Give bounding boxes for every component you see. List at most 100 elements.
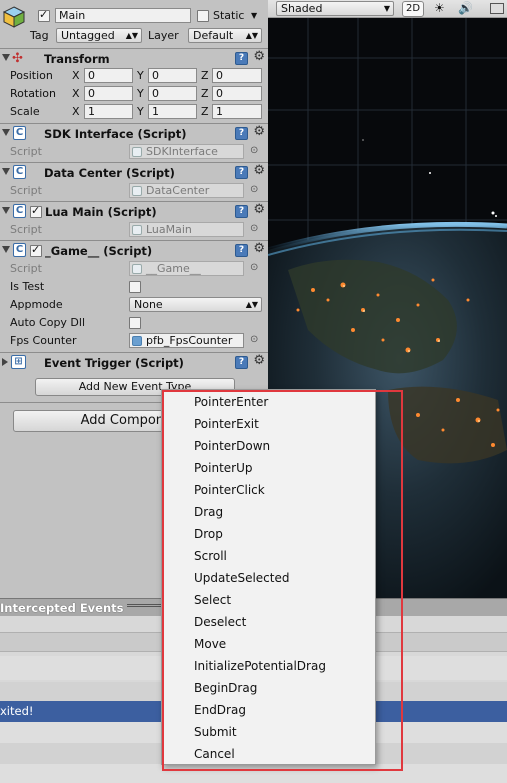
scene-toolbar: Shaded ▼ 2D ☀ 🔊	[268, 0, 507, 18]
scale-y-field[interactable]: 1	[148, 104, 197, 119]
gear-icon[interactable]: ⚙	[253, 163, 265, 178]
log-row[interactable]	[0, 764, 507, 783]
help-icon[interactable]: ?	[235, 166, 248, 179]
static-label: Static	[213, 9, 245, 22]
datacenter-script-field[interactable]: DataCenter	[129, 183, 244, 198]
sdk-script-field[interactable]: SDKInterface	[129, 144, 244, 159]
event-type-menu: PointerEnter PointerExit PointerDown Pointe…	[161, 389, 376, 765]
foldout-arrow-icon[interactable]	[2, 207, 10, 214]
fps-counter-value: pfb_FpsCounter	[146, 334, 233, 347]
help-icon[interactable]: ?	[235, 356, 248, 369]
lighting-icon[interactable]: ☀	[434, 1, 445, 15]
image-effects-icon[interactable]	[490, 3, 504, 14]
object-picker-icon[interactable]: ⊙	[250, 262, 258, 273]
menu-item-initializepotentialdrag[interactable]: InitializePotentialDrag	[162, 655, 375, 677]
tag-dropdown[interactable]: Untagged ▲▼	[56, 28, 142, 43]
static-dropdown-icon[interactable]: ▼	[251, 11, 257, 20]
foldout-arrow-icon[interactable]	[2, 246, 10, 253]
appmode-dropdown[interactable]: None ▲▼	[129, 297, 262, 312]
rotation-z-field[interactable]: 0	[212, 86, 262, 101]
divider	[0, 352, 268, 353]
game-script-field[interactable]: __Game__	[129, 261, 244, 276]
gear-icon[interactable]: ⚙	[253, 124, 265, 139]
luamain-script-field[interactable]: LuaMain	[129, 222, 244, 237]
fps-counter-label: Fps Counter	[10, 334, 77, 347]
help-icon[interactable]: ?	[235, 52, 248, 65]
scale-z-field[interactable]: 1	[212, 104, 262, 119]
gameobject-name-field[interactable]: Main	[55, 8, 191, 23]
rotation-y-field[interactable]: 0	[148, 86, 197, 101]
foldout-arrow-icon[interactable]	[2, 54, 10, 61]
game-enabled-checkbox[interactable]	[30, 243, 42, 257]
menu-item-pointerdown[interactable]: PointerDown	[162, 435, 375, 457]
script-file-icon	[132, 264, 142, 274]
position-y-field[interactable]: 0	[148, 68, 197, 83]
gear-icon[interactable]: ⚙	[253, 353, 265, 368]
position-x-field[interactable]: 0	[84, 68, 133, 83]
scale-x-field[interactable]: 1	[84, 104, 133, 119]
log-text: xited!	[0, 704, 34, 718]
luamain-script-value: LuaMain	[146, 223, 192, 236]
layer-dropdown[interactable]: Default ▲▼	[188, 28, 262, 43]
menu-item-enddrag[interactable]: EndDrag	[162, 699, 375, 721]
menu-item-scroll[interactable]: Scroll	[162, 545, 375, 567]
axis-z-label: Z	[201, 69, 209, 82]
menu-item-pointerup[interactable]: PointerUp	[162, 457, 375, 479]
object-picker-icon[interactable]: ⊙	[250, 184, 258, 195]
gear-icon[interactable]: ⚙	[253, 202, 265, 217]
menu-item-begindrag[interactable]: BeginDrag	[162, 677, 375, 699]
menu-item-updateselected[interactable]: UpdateSelected	[162, 567, 375, 589]
scale-label: Scale	[10, 105, 40, 118]
menu-item-drag[interactable]: Drag	[162, 501, 375, 523]
help-icon[interactable]: ?	[235, 205, 248, 218]
script-label: Script	[10, 145, 42, 158]
transform-header[interactable]: ✣ Transform ? ⚙	[0, 49, 268, 68]
object-picker-icon[interactable]: ⊙	[250, 145, 258, 156]
rotation-x-field[interactable]: 0	[84, 86, 133, 101]
2d-toggle-button[interactable]: 2D	[402, 1, 424, 17]
fps-counter-field[interactable]: pfb_FpsCounter	[129, 333, 244, 348]
menu-item-pointerenter[interactable]: PointerEnter	[162, 391, 375, 413]
menu-item-select[interactable]: Select	[162, 589, 375, 611]
shading-mode-label: Shaded	[281, 2, 323, 15]
data-center-header[interactable]: C Data Center (Script) ? ⚙	[0, 163, 268, 182]
menu-item-pointerexit[interactable]: PointerExit	[162, 413, 375, 435]
transform-icon: ✣	[12, 51, 23, 66]
script-file-icon	[132, 186, 142, 196]
foldout-arrow-icon[interactable]	[2, 168, 10, 175]
script-icon: C	[13, 243, 26, 257]
menu-item-submit[interactable]: Submit	[162, 721, 375, 743]
static-checkbox[interactable]	[197, 10, 209, 22]
is-test-checkbox[interactable]	[129, 281, 141, 293]
help-icon[interactable]: ?	[235, 244, 248, 257]
menu-item-deselect[interactable]: Deselect	[162, 611, 375, 633]
divider	[0, 201, 268, 202]
lua-main-enabled-checkbox[interactable]	[30, 204, 42, 218]
gameobject-active-checkbox[interactable]	[38, 8, 50, 22]
menu-item-move[interactable]: Move	[162, 633, 375, 655]
object-picker-icon[interactable]: ⊙	[250, 223, 258, 234]
divider	[0, 162, 268, 163]
sdk-interface-header[interactable]: C SDK Interface (Script) ? ⚙	[0, 124, 268, 143]
event-trigger-header[interactable]: ⊞ Event Trigger (Script) ? ⚙	[0, 353, 268, 372]
script-file-icon	[132, 147, 142, 157]
audio-icon[interactable]: 🔊	[458, 1, 473, 15]
drag-handle-icon[interactable]	[127, 604, 161, 607]
position-z-field[interactable]: 0	[212, 68, 262, 83]
gear-icon[interactable]: ⚙	[253, 241, 265, 256]
foldout-arrow-icon[interactable]	[2, 358, 8, 366]
game-header[interactable]: C _Game__ (Script) ? ⚙	[0, 241, 268, 260]
menu-item-pointerclick[interactable]: PointerClick	[162, 479, 375, 501]
gear-icon[interactable]: ⚙	[253, 49, 265, 64]
foldout-arrow-icon[interactable]	[2, 129, 10, 136]
object-picker-icon[interactable]: ⊙	[250, 334, 258, 345]
help-icon[interactable]: ?	[235, 127, 248, 140]
menu-item-drop[interactable]: Drop	[162, 523, 375, 545]
game-title: _Game__ (Script)	[45, 244, 153, 258]
menu-item-cancel[interactable]: Cancel	[162, 743, 375, 765]
lua-main-header[interactable]: C Lua Main (Script) ? ⚙	[0, 202, 268, 221]
chevron-down-icon: ▼	[383, 4, 390, 13]
auto-copy-dll-checkbox[interactable]	[129, 317, 141, 329]
shading-mode-dropdown[interactable]: Shaded ▼	[276, 1, 394, 16]
position-label: Position	[10, 69, 53, 82]
